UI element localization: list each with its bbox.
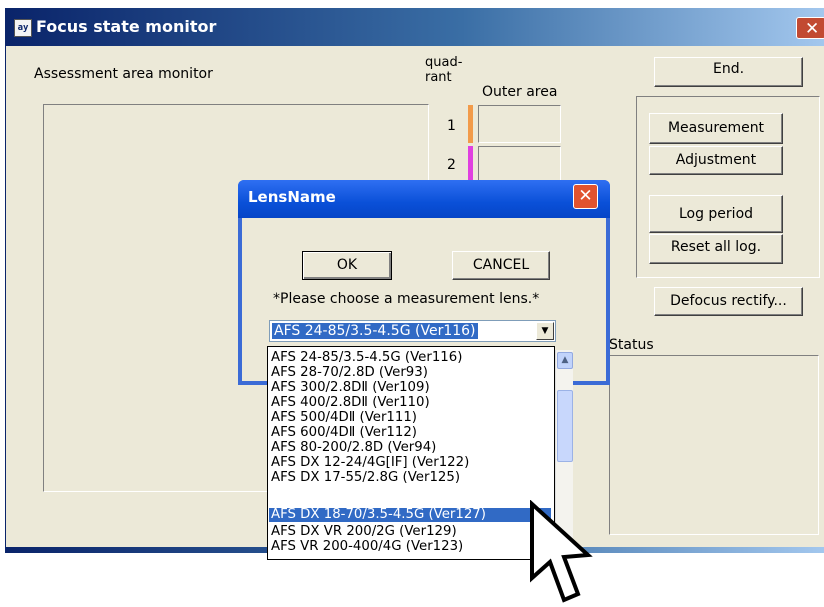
status-label: Status — [609, 337, 654, 353]
lens-option[interactable]: AFS 600/4DⅡ (Ver112) — [271, 426, 534, 440]
lens-option[interactable]: AFS 80-200/2.8D (Ver94) — [271, 441, 534, 455]
lens-option[interactable]: AFS 300/2.8DⅡ (Ver109) — [271, 381, 534, 395]
end-button[interactable]: End. — [654, 57, 803, 87]
dialog-titlebar[interactable]: LensName ✕ — [238, 180, 610, 218]
reset-all-log-button[interactable]: Reset all log. — [649, 234, 783, 264]
scroll-thumb[interactable] — [557, 390, 573, 462]
lens-option[interactable]: AFS 28-70/2.8D (Ver93) — [271, 366, 534, 380]
status-box — [609, 355, 819, 535]
outer-area-cell — [478, 105, 561, 143]
lens-dropdown-list: AFS 24-85/3.5-4.5G (Ver116) AFS 28-70/2.… — [267, 346, 555, 560]
assessment-area-label: Assessment area monitor — [34, 66, 213, 82]
defocus-rectify-button[interactable]: Defocus rectify... — [654, 287, 803, 316]
app-icon: ay — [14, 19, 32, 37]
lens-option[interactable]: AFS DX 17-55/2.8G (Ver125) — [271, 471, 534, 485]
dialog-close-icon[interactable]: ✕ — [573, 184, 598, 209]
lens-option[interactable]: AFS 500/4DⅡ (Ver111) — [271, 411, 534, 425]
mouse-pointer-icon — [530, 500, 593, 603]
cancel-button[interactable]: CANCEL — [452, 251, 550, 280]
measurement-button[interactable]: Measurement — [649, 113, 783, 144]
lens-option[interactable]: AFS DX VR 200/2G (Ver129) — [271, 525, 534, 539]
instruction-text: *Please choose a measurement lens.* — [273, 291, 540, 307]
ok-button[interactable]: OK — [302, 251, 392, 280]
outer-area-header: Outer area — [482, 84, 558, 100]
lens-option[interactable]: AFS 400/2.8DⅡ (Ver110) — [271, 396, 534, 410]
main-window-title: Focus state monitor — [36, 17, 217, 36]
main-titlebar[interactable]: ay Focus state monitor ✕ — [6, 8, 824, 46]
quadrant-color-bar — [468, 146, 473, 184]
quadrant-header: quad- rant — [425, 55, 463, 85]
lens-select[interactable]: AFS 24-85/3.5-4.5G (Ver116) ▼ — [269, 320, 556, 342]
dialog-title: LensName — [248, 188, 336, 206]
quadrant-number: 2 — [447, 157, 456, 173]
lens-select-value: AFS 24-85/3.5-4.5G (Ver116) — [272, 323, 478, 339]
lens-option[interactable]: AFS DX 12-24/4G[IF] (Ver122) — [271, 456, 534, 470]
quadrant-number: 1 — [447, 118, 456, 134]
chevron-down-icon[interactable]: ▼ — [536, 322, 554, 340]
main-close-icon[interactable]: ✕ — [796, 17, 824, 39]
quadrant-color-bar — [468, 105, 473, 143]
lens-option-highlighted[interactable]: AFS DX 18-70/3.5-4.5G (Ver127) — [269, 508, 551, 522]
scroll-up-icon[interactable]: ▲ — [557, 352, 573, 369]
log-period-button[interactable]: Log period — [649, 195, 783, 233]
outer-area-cell — [478, 146, 561, 184]
adjustment-button[interactable]: Adjustment — [649, 146, 783, 175]
lens-option[interactable]: AFS VR 200-400/4G (Ver123) — [271, 540, 534, 554]
lens-option[interactable]: AFS 24-85/3.5-4.5G (Ver116) — [271, 351, 534, 365]
